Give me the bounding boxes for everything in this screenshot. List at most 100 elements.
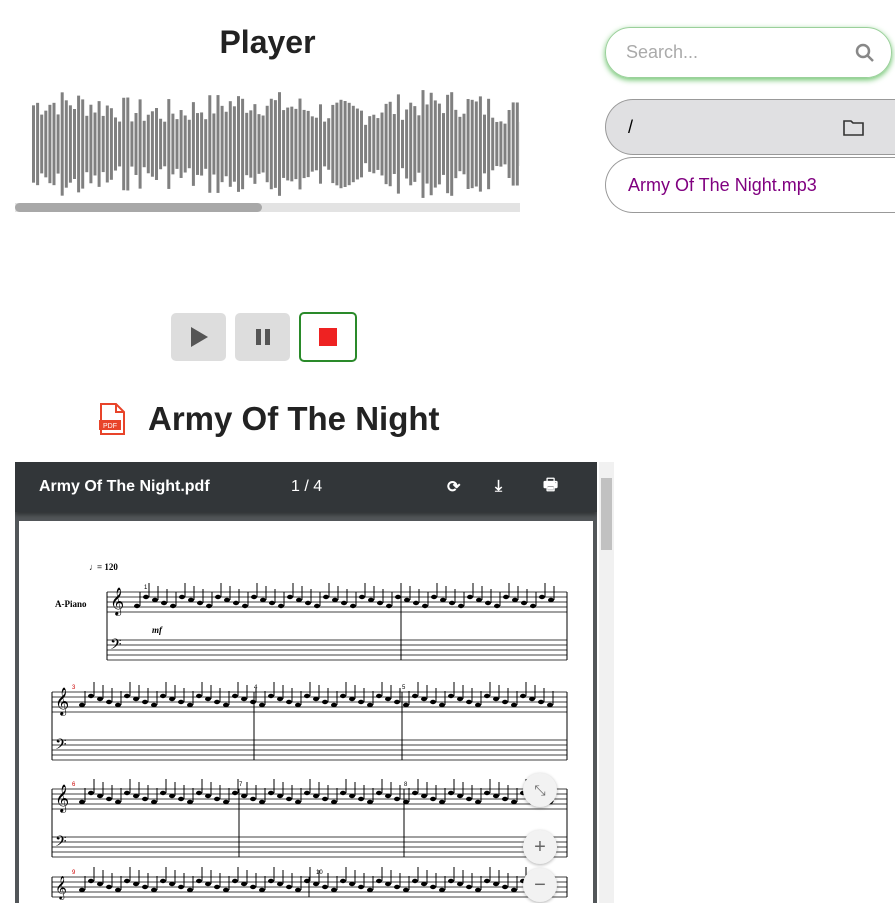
note bbox=[259, 887, 265, 893]
note bbox=[511, 799, 517, 805]
print-icon[interactable]: 🖶 bbox=[543, 474, 558, 501]
file-item-folder[interactable]: / bbox=[605, 99, 895, 155]
note bbox=[205, 793, 211, 799]
vertical-scrollbar[interactable] bbox=[599, 462, 614, 903]
note bbox=[493, 881, 499, 887]
seek-progress bbox=[15, 203, 263, 212]
waveform-bar bbox=[183, 115, 187, 173]
song-title: Army Of The Night bbox=[148, 400, 440, 437]
note bbox=[196, 693, 202, 699]
note bbox=[295, 799, 301, 805]
note bbox=[457, 793, 463, 799]
note bbox=[251, 594, 257, 600]
note bbox=[503, 594, 509, 600]
note bbox=[358, 699, 364, 705]
waveform-bar bbox=[228, 101, 232, 187]
note bbox=[475, 702, 481, 708]
note bbox=[304, 790, 310, 796]
search-input[interactable] bbox=[626, 42, 826, 63]
waveform-bar bbox=[77, 95, 81, 193]
note bbox=[169, 881, 175, 887]
waveform-bar bbox=[474, 101, 478, 187]
waveform-bar bbox=[257, 114, 261, 174]
note bbox=[458, 603, 464, 609]
note bbox=[331, 887, 337, 893]
note bbox=[160, 790, 166, 796]
waveform-bar bbox=[163, 121, 167, 167]
waveform-bar bbox=[105, 105, 109, 183]
note bbox=[502, 884, 508, 890]
treble-clef: 𝄞 bbox=[110, 588, 124, 616]
pdf-viewer[interactable]: Army Of The Night.pdf 1 / 4 ⟳ ⤓ 🖶 ♩ = 12… bbox=[15, 462, 597, 903]
waveform-bar bbox=[261, 115, 265, 173]
note bbox=[449, 600, 455, 606]
measure-number: 9 bbox=[72, 870, 76, 876]
waveform-bar bbox=[245, 112, 249, 176]
waveform-bar bbox=[196, 113, 199, 175]
measure-number: 8 bbox=[404, 782, 408, 788]
search-box[interactable] bbox=[605, 27, 892, 78]
download-icon[interactable]: ⤓ bbox=[495, 478, 543, 496]
waveform-bar bbox=[425, 104, 429, 184]
stop-icon bbox=[319, 328, 337, 346]
waveform-bar bbox=[298, 98, 302, 190]
note bbox=[232, 878, 238, 884]
waveform-bar bbox=[89, 104, 93, 184]
rotate-icon[interactable]: ⟳ bbox=[447, 477, 495, 497]
note bbox=[448, 878, 454, 884]
waveform-bar bbox=[155, 108, 158, 180]
bass-clef: 𝄢 bbox=[55, 736, 67, 756]
waveform-bar bbox=[101, 115, 105, 173]
note bbox=[160, 878, 166, 884]
waveform-bar bbox=[253, 104, 257, 184]
stop-button[interactable] bbox=[299, 312, 357, 362]
note bbox=[394, 796, 400, 802]
waveform-bar bbox=[511, 102, 515, 186]
note bbox=[394, 699, 400, 705]
waveform-bar bbox=[372, 114, 376, 174]
waveform-bar bbox=[130, 121, 134, 167]
play-button[interactable] bbox=[171, 313, 226, 361]
note bbox=[395, 594, 401, 600]
note bbox=[286, 699, 292, 705]
note bbox=[521, 600, 527, 606]
note bbox=[466, 884, 472, 890]
zoom-in-button[interactable]: + bbox=[523, 830, 557, 864]
note bbox=[439, 799, 445, 805]
note bbox=[250, 884, 256, 890]
file-item-mp3[interactable]: Army Of The Night.mp3 bbox=[605, 157, 895, 213]
note bbox=[313, 696, 319, 702]
waveform-bar bbox=[126, 97, 130, 191]
note bbox=[476, 597, 482, 603]
note bbox=[304, 693, 310, 699]
pause-button[interactable] bbox=[235, 313, 290, 361]
waveform-bar bbox=[64, 100, 68, 188]
note bbox=[268, 693, 274, 699]
sheet-music: ♩ = 120 A-Piano mf 1𝄞𝄢345𝄞𝄢678𝄞𝄢910𝄞 bbox=[51, 562, 568, 900]
note bbox=[79, 887, 85, 893]
note bbox=[467, 594, 473, 600]
scrollbar-thumb[interactable] bbox=[601, 478, 612, 550]
note bbox=[457, 696, 463, 702]
waveform-bar bbox=[249, 110, 253, 178]
note bbox=[368, 597, 374, 603]
note bbox=[466, 699, 472, 705]
seek-bar[interactable] bbox=[15, 203, 520, 212]
note bbox=[493, 696, 499, 702]
waveform-bar bbox=[327, 118, 331, 170]
fit-page-button[interactable]: ⤡ bbox=[523, 773, 557, 807]
waveform-bar bbox=[335, 102, 339, 186]
pdf-filename: Army Of The Night.pdf bbox=[39, 478, 210, 495]
waveform[interactable] bbox=[15, 84, 520, 204]
note bbox=[134, 603, 140, 609]
waveform-bar bbox=[216, 95, 220, 193]
note bbox=[439, 887, 445, 893]
note bbox=[412, 693, 418, 699]
note bbox=[440, 597, 446, 603]
search-icon[interactable] bbox=[855, 43, 875, 63]
zoom-out-button[interactable]: − bbox=[523, 868, 557, 902]
note bbox=[178, 699, 184, 705]
note bbox=[403, 887, 409, 893]
note bbox=[421, 793, 427, 799]
note bbox=[79, 702, 85, 708]
